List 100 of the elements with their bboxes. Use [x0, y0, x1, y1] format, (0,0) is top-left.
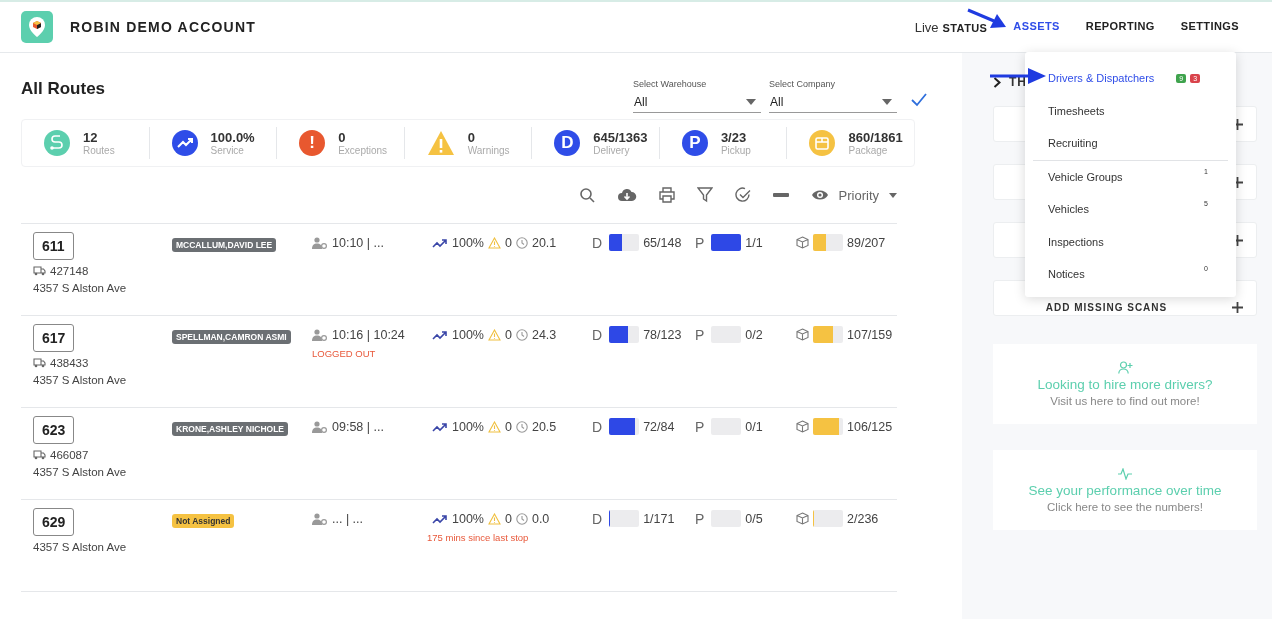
package-count: 89/207 — [847, 235, 886, 250]
box-icon — [796, 420, 809, 433]
clock-icon — [515, 421, 528, 433]
stop-note: 175 mins since last stop — [427, 532, 530, 543]
trend-icon — [432, 422, 448, 432]
stat-icon: P — [681, 130, 708, 156]
stat-value: 0 — [467, 130, 476, 145]
nav-link[interactable]: Live STATUS — [914, 19, 988, 35]
delivery-letter: D — [592, 234, 603, 251]
caret-icon — [889, 192, 897, 198]
duration-value: 20.5 — [531, 420, 557, 434]
promo-title: Looking to hire more drivers? — [1037, 377, 1213, 392]
warning-icon — [488, 329, 501, 341]
person-icon — [312, 237, 328, 249]
service-value: 100% — [452, 512, 484, 526]
vehicle-number: 466087 — [50, 449, 89, 461]
route-number[interactable]: 617 — [33, 324, 75, 352]
delivery-count: 65/148 — [643, 235, 682, 250]
pickup-letter: P — [695, 234, 705, 251]
clock-icon — [515, 237, 528, 249]
route-number[interactable]: 611 — [33, 232, 74, 260]
shift-time: 09:58 | ... — [332, 420, 384, 434]
check-icon[interactable] — [911, 93, 927, 107]
sidebar-heading: TH — [1009, 75, 1027, 89]
menu-item[interactable]: Inspections — [1025, 225, 1236, 258]
duration-value: 24.3 — [531, 328, 557, 342]
menu-item[interactable]: Recruiting — [1025, 127, 1236, 160]
select-field[interactable]: All — [633, 93, 761, 113]
caret-icon — [882, 99, 892, 105]
check-circle-icon[interactable] — [734, 187, 751, 203]
shift-time: 10:10 | ... — [332, 236, 384, 250]
route-number[interactable]: 629 — [33, 508, 75, 536]
vehicle-number: 427148 — [50, 265, 89, 277]
warning-count: 0 — [505, 420, 512, 434]
box-icon — [796, 328, 809, 341]
add-user-icon — [1117, 361, 1133, 374]
route-address: 4357 S Alston Ave — [33, 374, 127, 386]
route-address: 4357 S Alston Ave — [33, 282, 127, 294]
priority-dropdown[interactable]: Priority — [810, 187, 897, 203]
warning-icon — [488, 237, 501, 249]
person-icon — [312, 329, 328, 341]
driver-badge[interactable]: SPELLMAN,CAMRON ASMI — [172, 330, 291, 344]
delivery-letter: D — [592, 418, 603, 435]
stat-value: 860/1861 — [848, 130, 903, 145]
nav-link[interactable]: ASSETS — [1013, 19, 1060, 35]
pulse-icon — [1118, 467, 1132, 480]
person-icon — [312, 421, 328, 433]
filter-icon[interactable] — [696, 187, 713, 203]
nav-link[interactable]: SETTINGS — [1180, 19, 1239, 35]
promo-card[interactable]: See your performance over time Click here to see the numbers! — [993, 450, 1257, 530]
stat-value: 3/23 — [720, 130, 748, 145]
stat-value: 12 — [83, 130, 99, 145]
menu-item[interactable]: Timesheets — [1025, 94, 1236, 127]
warning-icon — [488, 421, 501, 433]
package-bar — [813, 326, 843, 343]
nav-link[interactable]: REPORTING — [1085, 19, 1155, 35]
driver-badge[interactable]: MCCALLUM,DAVID LEE — [172, 238, 277, 252]
driver-badge[interactable]: Not Assigned — [172, 514, 235, 528]
promo-card[interactable]: Looking to hire more drivers? Visit us here to find out more! — [993, 344, 1257, 424]
stat-label: Pickup — [720, 145, 751, 156]
annotation-arrow — [990, 68, 1046, 84]
delivery-count: 1/171 — [643, 511, 675, 526]
action-label[interactable]: ADD MISSING SCANS — [994, 302, 1219, 313]
warning-count: 0 — [505, 328, 512, 342]
select-field[interactable]: All — [769, 93, 897, 113]
eye-icon — [810, 189, 829, 201]
cloud-download-icon[interactable] — [616, 187, 637, 203]
pickup-letter: P — [695, 326, 705, 343]
person-icon — [312, 513, 328, 525]
print-icon[interactable] — [658, 187, 675, 203]
delivery-count: 78/123 — [643, 327, 682, 342]
driver-badge[interactable]: KRONE,ASHLEY NICHOLE — [172, 422, 288, 436]
package-count: 2/236 — [847, 511, 879, 526]
select-label: Select Company — [769, 79, 837, 89]
package-bar — [813, 510, 843, 527]
package-count: 107/159 — [847, 327, 893, 342]
minus-icon[interactable] — [772, 193, 789, 197]
page-title: All Routes — [21, 79, 106, 99]
stat-label: Routes — [83, 145, 115, 156]
delivery-bar — [609, 326, 640, 343]
delivery-letter: D — [592, 326, 603, 343]
stat-icon: D — [554, 130, 581, 156]
truck-icon — [33, 266, 46, 276]
stat-icon: ! — [299, 130, 326, 156]
plus-icon[interactable] — [1232, 302, 1243, 313]
duration-value: 20.1 — [531, 236, 557, 250]
duration-value: 0.0 — [531, 512, 550, 526]
pickup-count: 0/2 — [745, 327, 763, 342]
search-icon[interactable] — [578, 187, 595, 203]
pickup-letter: P — [695, 510, 705, 527]
chevron-icon[interactable] — [993, 76, 1001, 88]
stat-value: 100.0% — [210, 130, 255, 145]
trend-icon — [432, 238, 448, 248]
stat-value: 645/1363 — [593, 130, 648, 145]
delivery-count: 72/84 — [643, 419, 675, 434]
route-number[interactable]: 623 — [33, 416, 75, 444]
box-icon — [796, 512, 809, 525]
package-bar — [813, 418, 843, 435]
shift-time: ... | ... — [332, 512, 364, 526]
promo-subtitle: Click here to see the numbers! — [1047, 500, 1203, 513]
